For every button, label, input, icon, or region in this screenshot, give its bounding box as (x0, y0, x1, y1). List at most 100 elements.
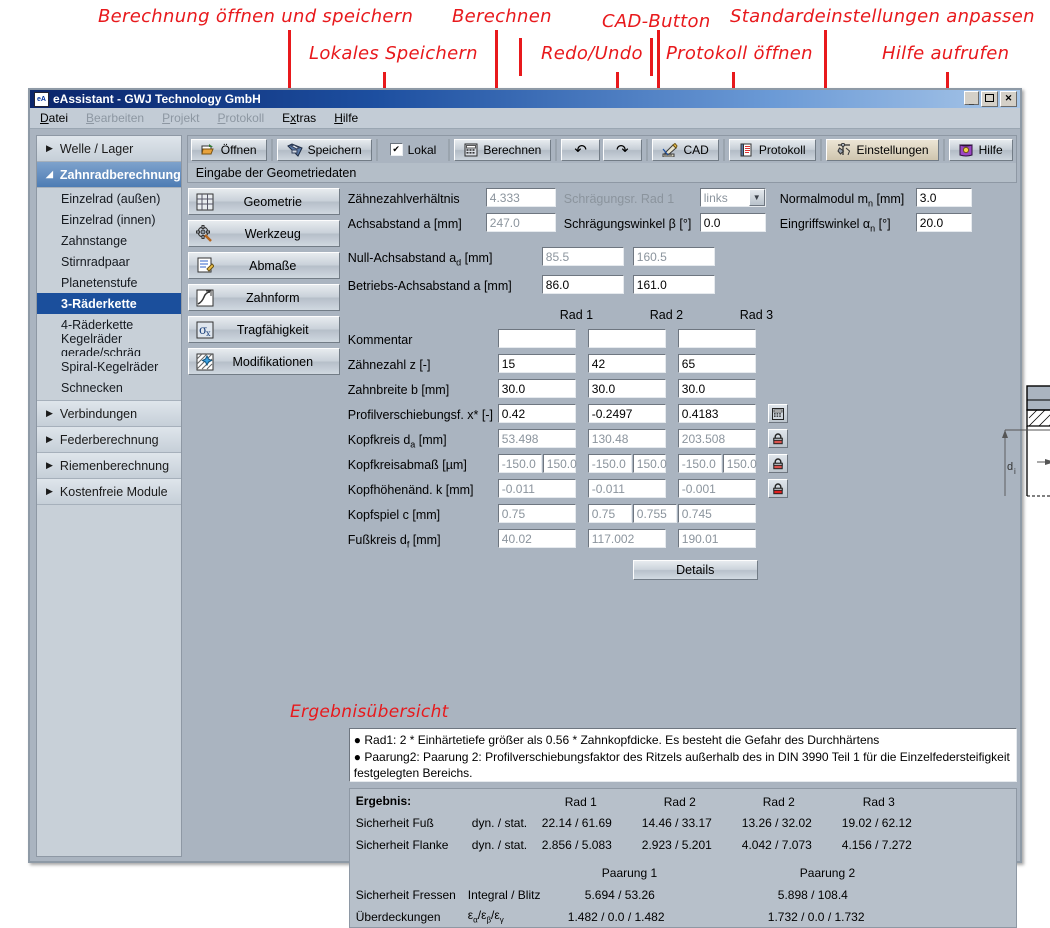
sidebar-item-stirnradpaar[interactable]: Stirnradpaar (37, 251, 181, 272)
annotation-berechnen: Berechnen (452, 6, 552, 27)
tab-modifikationen[interactable]: Modifikationen (188, 348, 340, 375)
result-sicherheit-flanke-3: 4.042 / 7.073 (742, 838, 812, 852)
close-button[interactable]: ✕ (1000, 91, 1017, 107)
details-button[interactable]: Details (633, 560, 758, 580)
result-row-label-ueberdeckungen: Überdeckungen (356, 910, 441, 924)
field-kopfkreisabmass-rad1-max: 150.0 (543, 454, 576, 473)
result-sicherheit-fuss-4: 19.02 / 62.12 (842, 816, 912, 830)
field-eingriffswinkel[interactable]: 20.0 (916, 213, 972, 232)
sidebar-item-3-raederkette[interactable]: 3-Räderkette (37, 293, 181, 314)
field-zahnbreite-rad3[interactable]: 30.0 (678, 379, 756, 398)
field-kopfspiel-rad3: 0.745 (678, 504, 756, 523)
save-button[interactable]: Speichern (277, 139, 372, 161)
undo-button[interactable]: ↶ (561, 139, 600, 161)
tab-geometrie[interactable]: Geometrie (188, 188, 340, 215)
label-normalmodul-unit: [mm] (873, 192, 904, 206)
field-kopfkreisabmass-rad1-min: -150.0 (498, 454, 542, 473)
annotation-divider-3 (650, 38, 653, 76)
menu-projekt[interactable]: Projekt (162, 111, 199, 125)
sidebar-group-zahnradberechnung[interactable]: ◢ Zahnradberechnung (37, 162, 181, 188)
field-betriebs-achsabstand-2[interactable]: 161.0 (633, 275, 715, 294)
field-zaehnezahl-rad2[interactable]: 42 (588, 354, 666, 373)
menu-bearbeiten[interactable]: Bearbeiten (86, 111, 144, 125)
calculator-icon-button[interactable] (768, 404, 788, 423)
menu-extras[interactable]: Extras (282, 111, 316, 125)
redo-button[interactable]: ↷ (603, 139, 642, 161)
lock-button-kopfkreis[interactable] (768, 429, 788, 448)
gear-label-di-sub: i (1014, 467, 1016, 476)
tab-abmasse[interactable]: Abmaße (188, 252, 340, 279)
berechnen-button[interactable]: Berechnen (454, 139, 551, 161)
result-ueberdeckungen-2: 1.732 / 0.0 / 1.732 (768, 910, 865, 924)
maximize-button[interactable] (981, 91, 998, 107)
sidebar-group-riemenberechnung[interactable]: ▶ Riemenberechnung (37, 453, 181, 479)
window-title: eAssistant - GWJ Technology GmbH (53, 92, 261, 106)
sidebar-item-einzelrad-innen[interactable]: Einzelrad (innen) (37, 209, 181, 230)
sidebar-group-label: Zahnradberechnung (60, 168, 181, 182)
message-item-1: ● Rad1: 2 * Einhärtetiefe größer als 0.5… (354, 732, 1012, 749)
sidebar-group-label: Federberechnung (60, 433, 159, 447)
field-kommentar-rad1[interactable] (498, 329, 576, 348)
minimize-button[interactable]: _ (964, 91, 979, 105)
field-profilverschiebung-rad1[interactable]: 0.42 (498, 404, 576, 423)
tab-werkzeug[interactable]: Werkzeug (188, 220, 340, 247)
field-kopfkreisabmass-rad3-max: 150.0 (723, 454, 756, 473)
settings-tools-icon (836, 143, 852, 157)
field-zahnbreite-rad2[interactable]: 30.0 (588, 379, 666, 398)
label-zaehnezahl: Zähnezahl z [-] (348, 358, 431, 372)
einstellungen-button[interactable]: Einstellungen (826, 139, 939, 161)
sidebar-group-verbindungen[interactable]: ▶ Verbindungen (37, 400, 181, 427)
sidebar-item-einzelrad-aussen[interactable]: Einzelrad (außen) (37, 188, 181, 209)
toolbar-separator (555, 139, 557, 161)
sidebar-item-kegelraeder[interactable]: Kegelräder gerade/schräg (37, 335, 181, 356)
sidebar-item-zahnstange[interactable]: Zahnstange (37, 230, 181, 251)
select-schraegungsrichtung[interactable]: links ▼ (700, 188, 766, 207)
sidebar-group-kostenfreie-module[interactable]: ▶ Kostenfreie Module (37, 479, 181, 505)
field-zaehnezahl-rad3[interactable]: 65 (678, 354, 756, 373)
sidebar-item-spiral-kegelraeder[interactable]: Spiral-Kegelräder (37, 356, 181, 377)
sidebar-item-planetenstufe[interactable]: Planetenstufe (37, 272, 181, 293)
label-kopfhoehenaenderung: Kopfhöhenänd. k [mm] (348, 483, 474, 497)
sidebar-group-federberechnung[interactable]: ▶ Federberechnung (37, 427, 181, 453)
protokoll-button[interactable]: Protokoll (729, 139, 816, 161)
lock-button-kopfhoehenaenderung[interactable] (768, 479, 788, 498)
field-schraegungswinkel[interactable]: 0.0 (700, 213, 766, 232)
sidebar-group-welle-lager[interactable]: ▶ Welle / Lager (37, 136, 181, 162)
toolbar-separator (943, 139, 945, 161)
open-button[interactable]: Öffnen (191, 139, 267, 161)
label-fusskreis-unit: [mm] (409, 533, 440, 547)
field-betriebs-achsabstand-1[interactable]: 86.0 (542, 275, 624, 294)
field-zaehnezahl-rad1[interactable]: 15 (498, 354, 576, 373)
cad-button[interactable]: CAD (652, 139, 719, 161)
sidebar-item-schnecken[interactable]: Schnecken (37, 377, 181, 398)
tab-zahnform[interactable]: Zahnform (188, 284, 340, 311)
result-sicherheit-fuss-3: 13.26 / 32.02 (742, 816, 812, 830)
chevron-down-icon[interactable]: ▼ (749, 189, 765, 206)
tab-tragfaehigkeit[interactable]: σx Tragfähigkeit (188, 316, 340, 343)
field-kommentar-rad3[interactable] (678, 329, 756, 348)
field-profilverschiebung-rad2[interactable]: -0.2497 (588, 404, 666, 423)
calculator-icon (464, 143, 478, 157)
chevron-right-icon: ▶ (46, 144, 53, 153)
lock-button-kopfkreisabmass[interactable] (768, 454, 788, 473)
result-box: Ergebnis: Rad 1 Rad 2 Rad 2 Rad 3 Sicher… (349, 788, 1017, 928)
menu-datei[interactable]: Datei (40, 111, 68, 125)
result-row-sub-sicherheit-fuss: dyn. / stat. (472, 816, 527, 830)
tab-column: Geometrie Werkzeug Abmaße (187, 188, 340, 857)
save-button-label: Speichern (308, 143, 362, 157)
field-kommentar-rad2[interactable] (588, 329, 666, 348)
einstellungen-button-label: Einstellungen (857, 143, 929, 157)
hilfe-button[interactable]: Hilfe (949, 139, 1013, 161)
floppy-disk-icon (287, 143, 303, 157)
lokal-checkbox[interactable]: ✔ (390, 143, 403, 156)
menu-protokoll[interactable]: Protokoll (217, 111, 264, 125)
field-achsabstand: 247.0 (486, 213, 556, 232)
field-kopfspiel-rad2b: 0.755 (633, 504, 677, 523)
field-kopfkreisabmass-rad3-min: -150.0 (678, 454, 722, 473)
lokal-checkbox-group[interactable]: ✔ Lokal (382, 143, 445, 157)
field-zahnbreite-rad1[interactable]: 30.0 (498, 379, 576, 398)
field-profilverschiebung-rad3[interactable]: 0.4183 (678, 404, 756, 423)
annotation-standardeinstellungen: Standardeinstellungen anpassen (730, 6, 1035, 27)
menu-hilfe[interactable]: Hilfe (334, 111, 358, 125)
field-normalmodul[interactable]: 3.0 (916, 188, 972, 207)
